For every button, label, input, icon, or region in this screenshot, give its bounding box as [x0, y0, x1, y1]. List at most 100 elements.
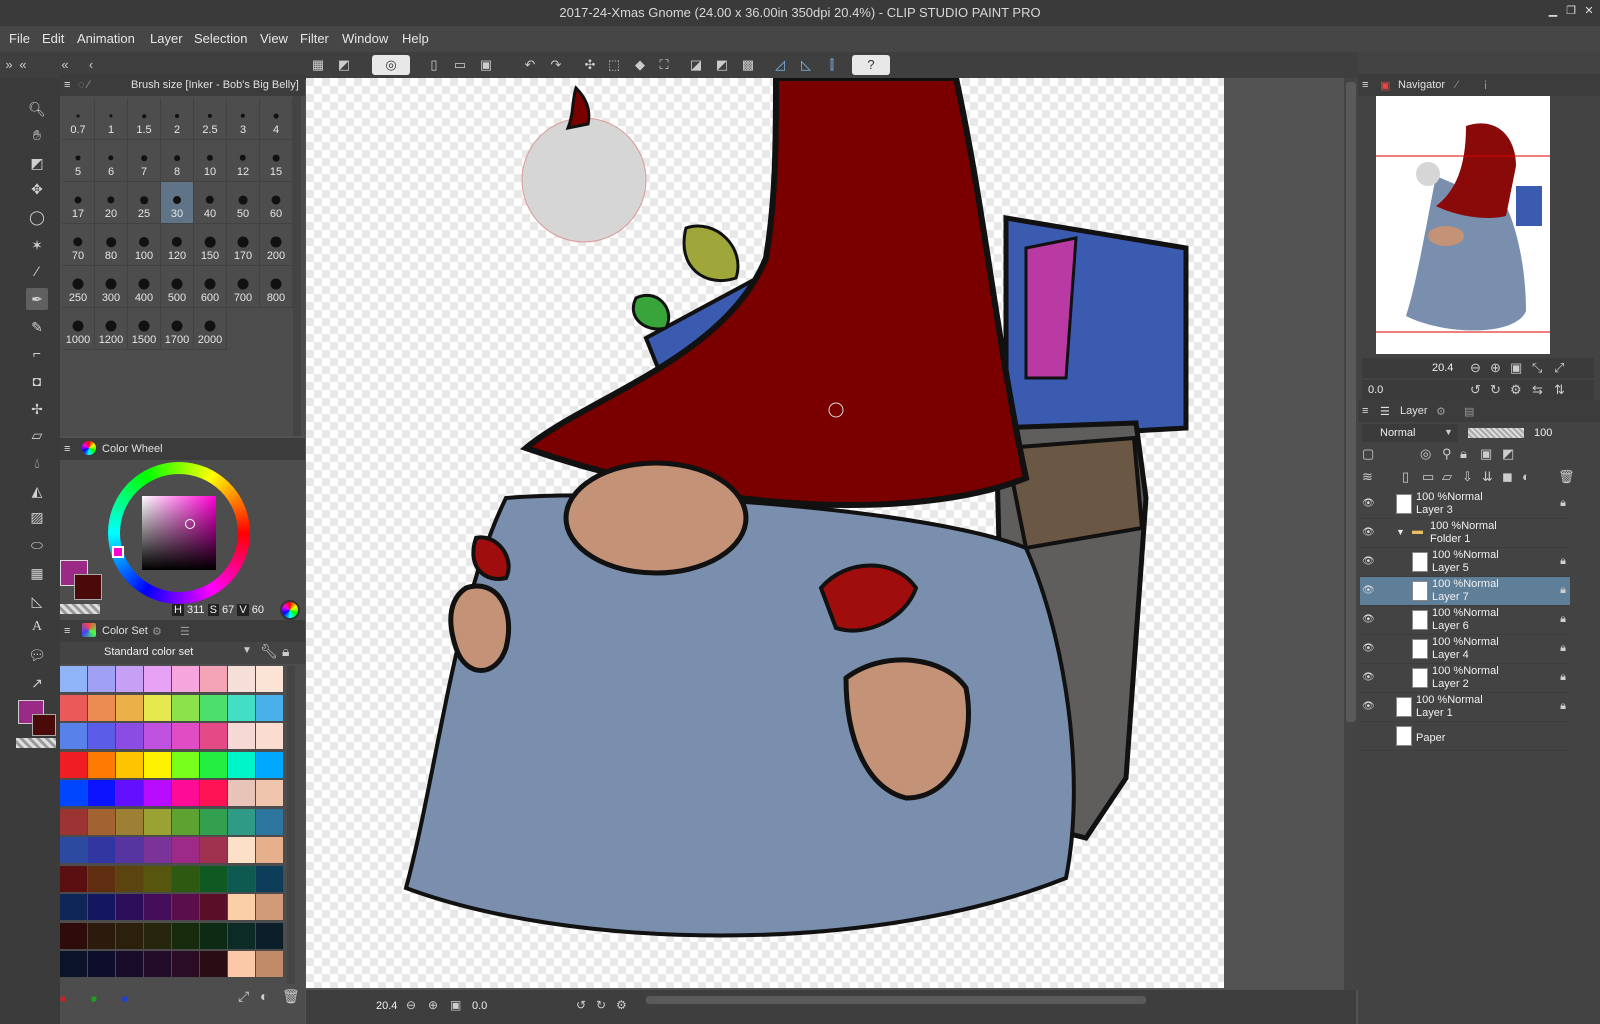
sv-cursor[interactable] — [185, 519, 195, 529]
brush-size-option[interactable]: 1500 — [128, 308, 161, 350]
layer-row[interactable]: 👁︎ 100 %Normal Layer 4 🔒︎ — [1360, 635, 1570, 664]
new-raster-layer-icon[interactable]: ▯ — [1402, 469, 1409, 485]
brush-size-option[interactable]: 5 — [62, 140, 95, 182]
blend-mode-select[interactable]: Normal ▼ — [1362, 424, 1458, 442]
color-swatch[interactable] — [228, 894, 256, 921]
brush-size-option[interactable]: 2000 — [194, 308, 227, 350]
brush-size-option[interactable]: 0.7 — [62, 98, 95, 140]
brush-size-option[interactable]: 3 — [227, 98, 260, 140]
visibility-eye-icon[interactable]: 👁︎ — [1362, 556, 1375, 567]
brush-size-option[interactable]: 4 — [260, 98, 293, 140]
brush-size-option[interactable]: 7 — [128, 140, 161, 182]
brush-size-option[interactable]: 170 — [227, 224, 260, 266]
color-swatch[interactable] — [116, 894, 144, 921]
nav-flip-v-icon[interactable]: ⇅ — [1554, 382, 1565, 398]
color-swatch[interactable] — [144, 751, 172, 779]
zoom-in-icon[interactable]: ⊕ — [428, 998, 438, 1012]
chevron-down-icon[interactable]: ▼ — [1444, 427, 1453, 437]
frame-icon[interactable]: ▦ — [26, 562, 48, 584]
color-wheel-tab-icon[interactable] — [82, 441, 96, 455]
brush-size-option[interactable]: 800 — [260, 266, 293, 308]
color-swatch[interactable] — [228, 780, 256, 807]
new-file-icon[interactable]: ▯ — [424, 55, 444, 75]
brush-size-option[interactable]: 2 — [161, 98, 194, 140]
correct-line-icon[interactable]: ↗ — [26, 672, 48, 694]
color-swatch[interactable] — [256, 780, 284, 807]
fill-bucket-icon[interactable]: ◭ — [26, 480, 48, 502]
hand-tool-icon[interactable]: ✋︎ — [26, 124, 48, 146]
brush-size-option[interactable]: 25 — [128, 182, 161, 224]
color-swatch[interactable] — [144, 723, 172, 750]
magic-wand-icon[interactable]: ✶ — [26, 234, 48, 256]
maximize-icon[interactable]: ❐ — [1564, 4, 1578, 18]
eyedropper-icon[interactable]: ⁄ — [26, 260, 48, 282]
balloon-icon[interactable]: 💬︎ — [26, 644, 48, 666]
color-swatch[interactable] — [88, 922, 116, 950]
color-swatch[interactable] — [60, 922, 88, 950]
color-swatch[interactable] — [228, 837, 256, 864]
color-swatch[interactable] — [144, 951, 172, 978]
minimize-icon[interactable]: ▁ — [1546, 4, 1560, 18]
transform-icon[interactable]: ✣ — [580, 55, 600, 75]
merge-down-icon[interactable]: ⇊ — [1482, 469, 1493, 485]
move-layer-icon[interactable]: ✥ — [26, 178, 48, 200]
color-swatch[interactable] — [116, 666, 144, 693]
visibility-eye-icon[interactable]: 👁︎ — [1362, 643, 1375, 654]
brush-size-option[interactable]: 700 — [227, 266, 260, 308]
edit-color-icon[interactable]: ⤢ — [238, 988, 249, 1005]
color-swatch[interactable] — [256, 723, 284, 750]
pencil-tool-icon[interactable]: ✎ — [26, 316, 48, 338]
color-swatch[interactable] — [60, 951, 88, 978]
brush-size-option[interactable]: 2.5 — [194, 98, 227, 140]
lock-transparent-icon[interactable]: ▣ — [1480, 446, 1492, 462]
visibility-eye-icon[interactable]: 👁︎ — [1362, 701, 1375, 712]
layer-row[interactable]: 👁︎ 100 %Normal Layer 7 🔒︎ — [1360, 577, 1570, 606]
navigator-tab-icon[interactable]: ▣ — [1380, 79, 1390, 92]
color-swatch[interactable] — [88, 666, 116, 693]
brush-size-option[interactable]: 400 — [128, 266, 161, 308]
visibility-eye-icon[interactable]: 👁︎ — [1362, 614, 1375, 625]
brush-size-option[interactable]: 80 — [95, 224, 128, 266]
color-swatch[interactable] — [116, 780, 144, 807]
hue-cursor[interactable] — [112, 546, 124, 558]
lock-layer-icon[interactable]: 🔒︎ — [1460, 446, 1467, 462]
swatch-blue-icon[interactable]: ■ — [122, 994, 128, 1005]
decoration-icon[interactable]: ✢ — [26, 398, 48, 420]
horizontal-scroll-thumb[interactable] — [646, 996, 1146, 1004]
layer-lock-icon[interactable]: 🔒︎ — [1560, 700, 1566, 713]
color-swatch[interactable] — [144, 666, 172, 693]
brush-size-option[interactable]: 12 — [227, 140, 260, 182]
brush-size-option[interactable]: 50 — [227, 182, 260, 224]
status-zoom[interactable]: 20.4 — [376, 1000, 397, 1012]
layer-lock-icon[interactable]: 🔒︎ — [1560, 584, 1566, 597]
save-icon[interactable]: ▣ — [476, 55, 496, 75]
nav-fit-icon[interactable]: ▣ — [1510, 360, 1522, 376]
status-angle[interactable]: 0.0 — [472, 1000, 487, 1012]
color-swatch[interactable] — [116, 922, 144, 950]
color-swatch[interactable] — [172, 837, 200, 864]
layer-lock-icon[interactable]: 🔒︎ — [1560, 642, 1566, 655]
prev-icon[interactable]: ‹ — [84, 55, 98, 75]
collapse-left-icon-2[interactable]: « — [16, 55, 30, 75]
redo-icon[interactable]: ↷ — [546, 55, 566, 75]
vertical-scroll-thumb[interactable] — [1346, 82, 1356, 722]
canvas-artwork[interactable] — [306, 78, 1354, 988]
close-icon[interactable]: ✕ — [1582, 4, 1596, 18]
brush-size-option[interactable]: 120 — [161, 224, 194, 266]
color-mode-icon[interactable] — [280, 600, 300, 620]
color-swatch[interactable] — [228, 951, 256, 978]
color-swatch[interactable] — [88, 837, 116, 864]
color-swatch[interactable] — [172, 894, 200, 921]
color-swatch[interactable] — [200, 894, 228, 921]
layer-lock-icon[interactable]: 🔒︎ — [1560, 555, 1566, 568]
lock-icon[interactable]: 🔒︎ — [282, 643, 289, 660]
apply-mask-icon[interactable]: ◐ — [1522, 469, 1530, 484]
color-swatch[interactable] — [200, 951, 228, 978]
brush-size-option[interactable]: 6 — [95, 140, 128, 182]
color-swatch[interactable] — [172, 808, 200, 836]
brush-size-option[interactable]: 8 — [161, 140, 194, 182]
nav-rotate-right-icon[interactable]: ↻ — [1490, 382, 1501, 398]
color-set-dropdown[interactable]: Standard color set — [104, 646, 193, 658]
menu-window[interactable]: Window — [342, 31, 388, 46]
color-swatch[interactable] — [200, 922, 228, 950]
